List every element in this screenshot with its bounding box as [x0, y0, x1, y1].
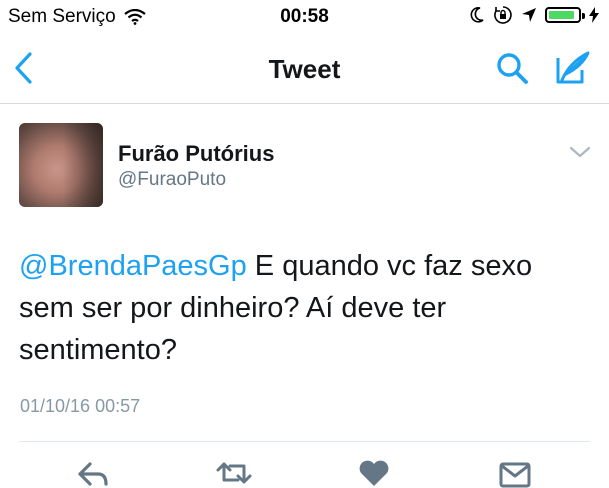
- battery-icon: [545, 7, 585, 23]
- avatar[interactable]: [19, 123, 103, 207]
- retweet-icon[interactable]: [214, 458, 254, 488]
- battery-tip: [582, 13, 585, 19]
- moon-icon: [470, 7, 484, 23]
- search-icon[interactable]: [494, 50, 530, 86]
- location-icon: [522, 8, 536, 22]
- author-handle[interactable]: @FuraoPuto: [118, 169, 226, 191]
- status-icons: [469, 5, 599, 25]
- charging-icon: [589, 7, 599, 23]
- tweet-timestamp: 01/10/16 00:57: [20, 396, 141, 416]
- action-bar: [0, 458, 609, 488]
- tweet-text: @BrendaPaesGp E quando vc faz sexo sem s…: [19, 245, 594, 371]
- mention-link[interactable]: @BrendaPaesGp: [19, 250, 247, 282]
- rotation-lock-icon: [494, 6, 512, 24]
- status-bar: Sem Serviço 00:58: [0, 0, 609, 34]
- compose-icon[interactable]: [552, 48, 592, 88]
- battery-level: [549, 11, 574, 19]
- message-icon[interactable]: [498, 458, 532, 488]
- avatar-shade: [63, 123, 103, 207]
- reply-icon[interactable]: [76, 458, 110, 488]
- like-icon[interactable]: [357, 458, 391, 488]
- divider: [19, 441, 590, 442]
- chevron-down-icon[interactable]: [568, 144, 592, 160]
- nav-bar: Tweet: [0, 34, 609, 104]
- author-name[interactable]: Furão Putórius: [118, 141, 274, 167]
